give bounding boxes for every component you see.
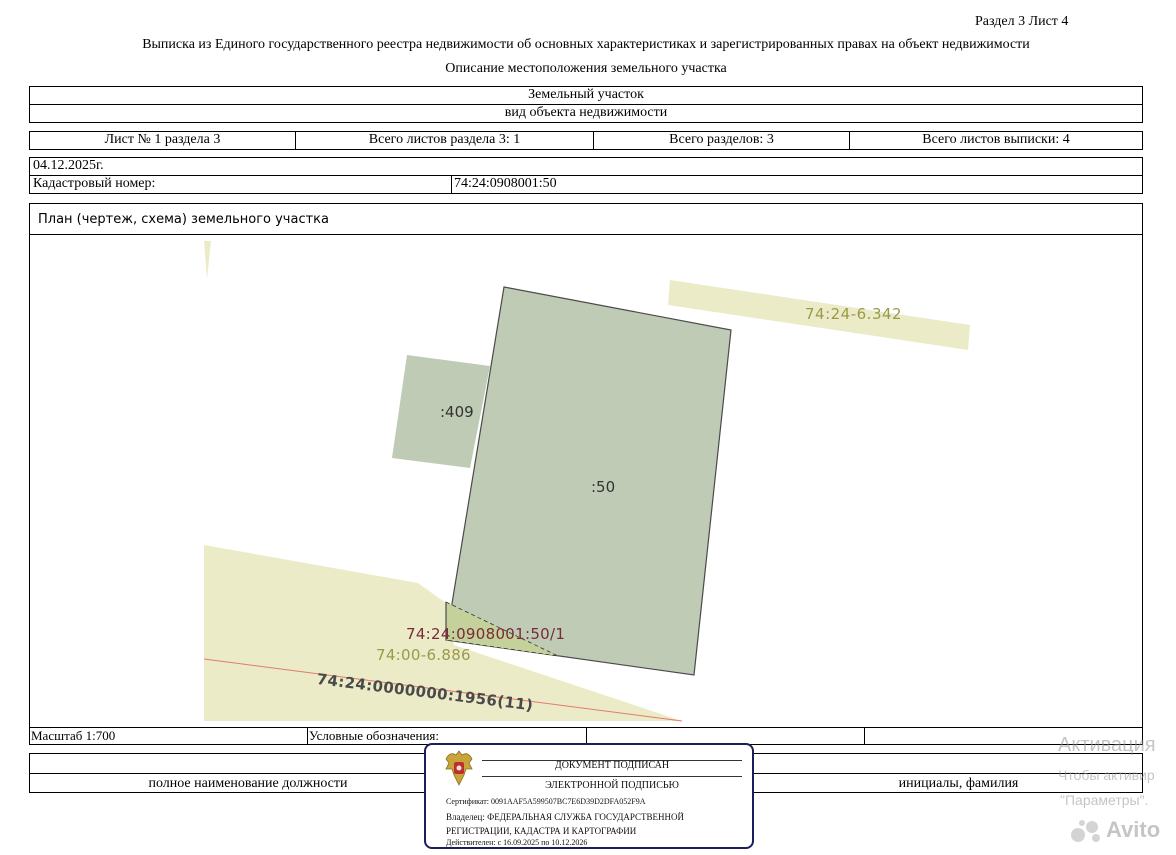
scale-label: Масштаб 1:700 xyxy=(31,728,116,743)
label-neighbor-parcel: :409 xyxy=(440,403,474,421)
activation-watermark-line-1: Активация xyxy=(1058,734,1156,756)
main-parcel-50 xyxy=(445,286,732,676)
activation-watermark-line-2: Чтобы активир xyxy=(1058,767,1155,783)
stamp-owner-line-1: Владелец: ФЕДЕРАЛЬНАЯ СЛУЖБА ГОСУДАРСТВЕ… xyxy=(446,812,685,822)
cadastral-number: 74:24:0908001:50 xyxy=(451,175,1143,194)
total-extract-sheets: Всего листов выписки: 4 xyxy=(849,131,1143,150)
coat-of-arms-icon xyxy=(445,750,473,786)
avito-watermark-text: Avito xyxy=(1106,817,1161,842)
e-signature-stamp: ДОКУМЕНТ ПОДПИСАН ЭЛЕКТРОННОЙ ПОДПИСЬЮ С… xyxy=(424,743,754,849)
plan-drawing xyxy=(203,241,970,722)
avito-logo-icon xyxy=(1071,820,1100,842)
label-main-parcel: :50 xyxy=(591,478,616,496)
total-sections: Всего разделов: 3 xyxy=(593,131,850,150)
label-zone: 74:00-6.886 xyxy=(376,646,471,664)
total-section-sheets: Всего листов раздела 3: 1 xyxy=(295,131,594,150)
zone-sliver xyxy=(204,241,211,279)
stamp-certificate: Сертификат: 0091AAF5A599507BC7E6D39D2DFA… xyxy=(446,797,646,806)
plan-title: План (чертеж, схема) земельного участка xyxy=(38,212,329,227)
position-caption: полное наименование должности xyxy=(148,776,348,791)
object-type-caption: вид объекта недвижимости xyxy=(29,104,1143,123)
label-top-right-zone: 74:24-6.342 xyxy=(805,305,903,323)
stamp-line-2: ЭЛЕКТРОННОЙ ПОДПИСЬЮ xyxy=(545,780,679,791)
stamp-validity: Действителен: с 16.09.2025 по 10.12.2026 xyxy=(446,838,588,847)
extract-date: 04.12.2025г. xyxy=(29,157,1143,176)
legend-label: Условные обозначения: xyxy=(309,728,440,743)
avito-watermark: Avito xyxy=(1070,815,1170,845)
stamp-line-1: ДОКУМЕНТ ПОДПИСАН xyxy=(554,760,670,771)
sheet-number: Лист № 1 раздела 3 xyxy=(29,131,296,150)
label-parcel-part: 74:24:0908001:50/1 xyxy=(406,625,566,643)
activation-watermark-line-3: "Параметры". xyxy=(1060,792,1149,808)
stamp-owner-line-2: РЕГИСТРАЦИИ, КАДАСТРА И КАРТОГРАФИИ xyxy=(446,826,637,836)
cadastral-label: Кадастровый номер: xyxy=(29,175,452,194)
document-subtitle: Описание местоположения земельного участ… xyxy=(445,61,727,76)
section-sheet-label: Раздел 3 Лист 4 xyxy=(975,14,1069,29)
object-type: Земельный участок xyxy=(29,86,1143,105)
document-title: Выписка из Единого государственного реес… xyxy=(142,37,1030,52)
